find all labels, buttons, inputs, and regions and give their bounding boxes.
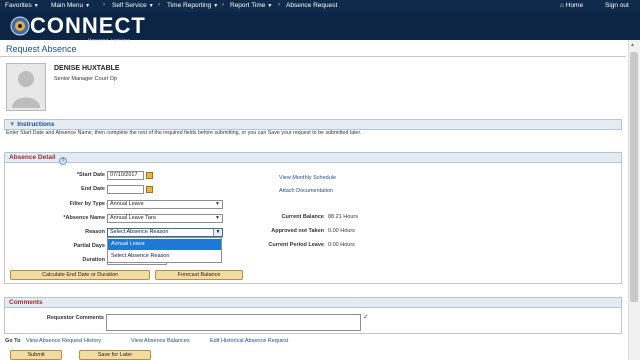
reason-select[interactable]: Select Absence Reason ▼ <box>107 228 223 237</box>
page-title: Request Absence <box>6 44 77 54</box>
spell-check-icon[interactable]: ✓ <box>363 313 369 321</box>
breadcrumb-separator: › <box>158 2 160 8</box>
sign-out-link[interactable]: Sign out <box>605 2 629 9</box>
calendar-icon[interactable] <box>146 186 153 193</box>
scroll-thumb[interactable] <box>630 52 638 302</box>
person-silhouette-icon <box>12 71 40 108</box>
brand-name: CONNECT <box>30 13 146 38</box>
absence-name-label: *Absence Name <box>63 215 105 221</box>
edit-historical-request-link[interactable]: Edit Historical Absence Request <box>210 338 288 344</box>
nav-time-reporting-label: Time Reporting <box>167 2 212 9</box>
absence-detail-header: Absence Detail <box>4 152 622 163</box>
nav-report-time[interactable]: Report Time ▼ <box>230 2 272 9</box>
instructions-header[interactable]: ▼ Instructions <box>4 119 622 130</box>
filter-type-label: Filter by Type <box>69 201 105 207</box>
home-label: Home <box>565 2 584 9</box>
chevron-down-icon: ▼ <box>215 215 220 221</box>
current-period-leave-value: 0.00 Hours <box>328 242 355 248</box>
calendar-icon[interactable] <box>146 172 153 179</box>
goto-label: Go To <box>5 338 21 344</box>
comments-header: Comments <box>4 297 622 308</box>
nav-main-menu-label: Main Menu <box>51 2 84 9</box>
instructions-text: Enter Start Date and Absence Name, then … <box>6 130 362 136</box>
chevron-down-icon: ▼ <box>85 3 91 9</box>
view-request-history-link[interactable]: View Absence Request History <box>26 338 101 344</box>
forecast-balance-button[interactable]: Forecast Balance <box>155 270 243 280</box>
brand-subtitle: Maryland Judiciary <box>88 37 131 42</box>
chevron-down-icon: ▼ <box>33 3 39 9</box>
avatar <box>6 63 46 111</box>
seal-logo-icon <box>10 16 30 36</box>
start-date-label: *Start Date <box>76 172 105 178</box>
approved-not-taken-label: Approved not Taken <box>271 228 324 234</box>
nav-current: Absence Request <box>286 2 338 9</box>
attach-documentation-link[interactable]: Attach Documentation <box>279 188 333 194</box>
chevron-down-icon: ▼ <box>213 229 222 236</box>
absence-name-select[interactable]: Annual Leave Taro ▼ <box>107 214 223 223</box>
filter-type-select[interactable]: Annual Leave ▼ <box>107 200 223 209</box>
instructions-header-label: Instructions <box>17 121 55 128</box>
brand-bar: CONNECT Maryland Judiciary <box>0 12 640 42</box>
home-link[interactable]: ⌂ Home <box>560 2 583 9</box>
breadcrumb-separator: › <box>278 2 280 8</box>
reason-label: Reason <box>85 229 105 235</box>
top-nav-bar: Favorites ▼ Main Menu ▼ › Self Service ▼ › … <box>0 0 640 12</box>
end-date-label: End Date <box>81 186 105 192</box>
scroll-up-arrow-icon[interactable]: ▲ <box>630 42 635 48</box>
breadcrumb-separator: › <box>103 2 105 8</box>
submit-button[interactable]: Submit <box>10 350 62 360</box>
partial-days-label: Partial Days <box>73 243 106 249</box>
current-period-leave-label: Current Period Leave <box>268 242 324 248</box>
nav-time-reporting[interactable]: Time Reporting ▼ <box>167 2 218 9</box>
filter-type-value: Annual Leave <box>110 201 144 207</box>
nav-self-service[interactable]: Self Service ▼ <box>112 2 154 9</box>
breadcrumb-separator: › <box>222 2 224 8</box>
duration-label: Duration <box>82 257 105 263</box>
nav-main-menu[interactable]: Main Menu ▼ <box>51 2 90 9</box>
end-date-input[interactable] <box>107 185 144 194</box>
nav-favorites-label: Favorites <box>5 2 32 9</box>
chevron-down-icon: ▼ <box>213 3 219 9</box>
view-monthly-schedule-link[interactable]: View Monthly Schedule <box>279 175 336 181</box>
nav-self-service-label: Self Service <box>112 2 147 9</box>
comments-header-label: Comments <box>9 299 43 306</box>
collapse-triangle-icon: ▼ <box>9 121 16 128</box>
requestor-comments-textarea[interactable] <box>106 314 361 331</box>
reason-value: Select Absence Reason <box>110 229 169 235</box>
absence-name-value: Annual Leave Taro <box>110 215 156 221</box>
approved-not-taken-value: 0.00 Hours <box>328 228 355 234</box>
calculate-end-date-button[interactable]: Calculate End Date or Duration <box>10 270 150 280</box>
home-icon: ⌂ <box>560 2 564 9</box>
employee-title: Senior Manager Court Op <box>54 76 117 82</box>
view-absence-balances-link[interactable]: View Absence Balances <box>131 338 190 344</box>
nav-favorites[interactable]: Favorites ▼ <box>5 2 39 9</box>
start-date-input[interactable]: 07/10/2017 <box>107 171 144 180</box>
title-divider <box>0 56 626 57</box>
requestor-comments-label: Requestor Comments <box>46 315 104 321</box>
chevron-down-icon: ▼ <box>215 201 220 207</box>
dropdown-option[interactable]: Annual Leave <box>108 239 221 250</box>
chevron-down-icon: ▼ <box>148 3 154 9</box>
nav-report-time-label: Report Time <box>230 2 266 9</box>
chevron-down-icon: ▼ <box>267 3 273 9</box>
reason-dropdown-list: Annual Leave Select Absence Reason <box>107 237 222 263</box>
employee-name: DENISE HUXTABLE <box>54 65 120 72</box>
help-icon[interactable]: ? <box>59 157 67 165</box>
current-balance-label: Current Balance <box>281 214 325 220</box>
dropdown-option[interactable]: Select Absence Reason <box>108 251 221 262</box>
current-balance-value: 88.21 Hours <box>328 214 358 220</box>
absence-detail-header-label: Absence Detail <box>9 154 56 161</box>
save-for-later-button[interactable]: Save for Later <box>79 350 151 360</box>
